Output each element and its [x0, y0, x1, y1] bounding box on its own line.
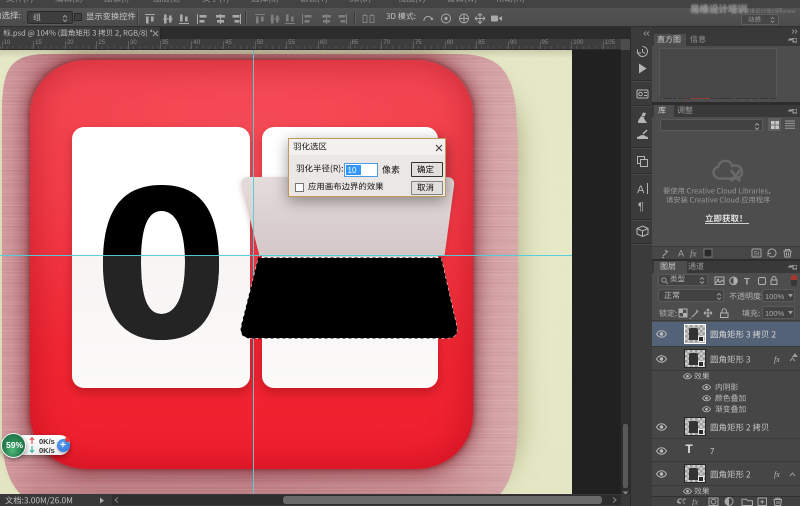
- svg-text:T: T: [744, 277, 750, 287]
- svg-text:¶: ¶: [638, 201, 644, 212]
- svg-text:A: A: [678, 249, 684, 259]
- svg-text:A: A: [637, 184, 645, 195]
- svg-text:fx: fx: [692, 497, 698, 506]
- svg-text:St: St: [754, 252, 760, 258]
- svg-text:fx: fx: [690, 249, 697, 259]
